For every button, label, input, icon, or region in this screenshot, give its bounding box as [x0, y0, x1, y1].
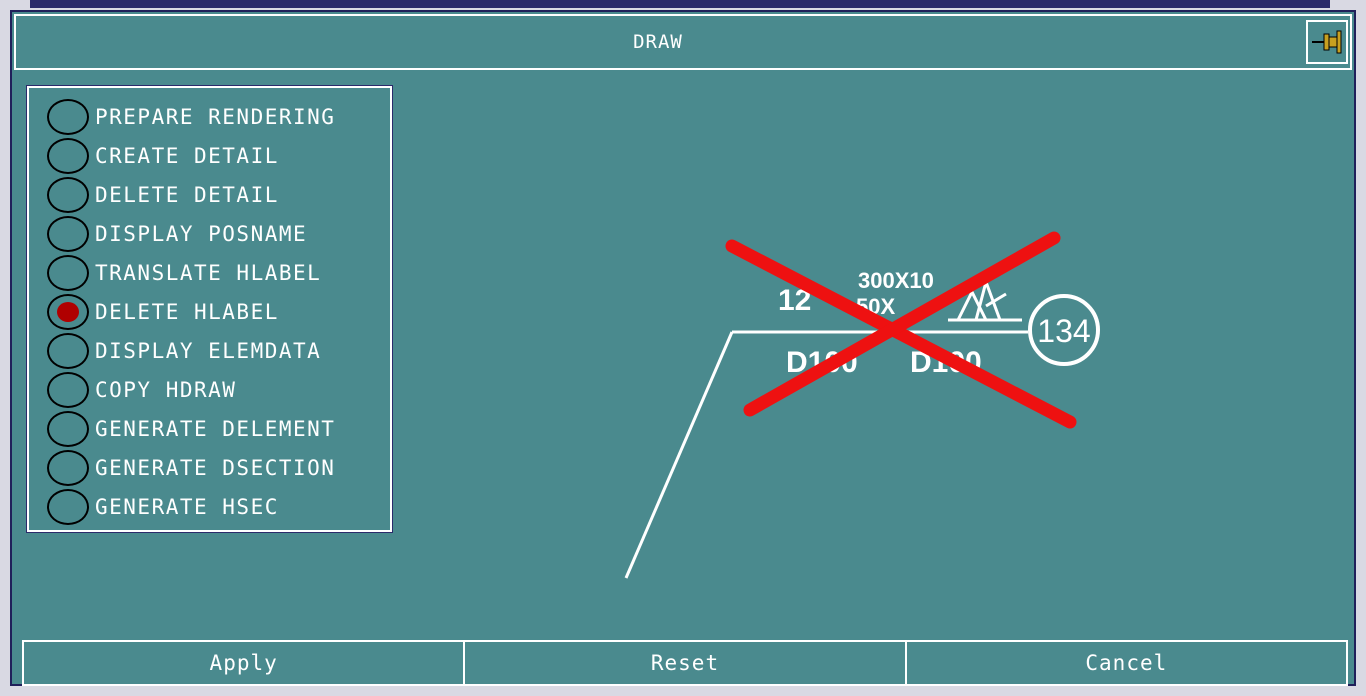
option-label: CREATE DETAIL [95, 144, 279, 168]
option-label: COPY HDRAW [95, 378, 237, 402]
option-row[interactable]: COPY HDRAW [47, 371, 236, 409]
option-row[interactable]: DISPLAY ELEMDATA [47, 332, 321, 370]
leader-line-diagonal [624, 331, 734, 579]
option-label: GENERATE DSECTION [95, 456, 336, 480]
title-bar[interactable]: DRAW [14, 14, 1352, 70]
option-label: DELETE DETAIL [95, 183, 279, 207]
radio-button[interactable] [47, 333, 89, 369]
option-label: PREPARE RENDERING [95, 105, 336, 129]
action-bar: Apply Reset Cancel [22, 640, 1348, 686]
pin-icon [1312, 30, 1342, 54]
option-row[interactable]: GENERATE DSECTION [47, 449, 335, 487]
pin-button[interactable] [1306, 20, 1348, 64]
option-label: GENERATE HSEC [95, 495, 279, 519]
option-label: GENERATE DELEMENT [95, 417, 336, 441]
cancel-button[interactable]: Cancel [907, 642, 1346, 684]
radio-button[interactable] [47, 372, 89, 408]
window-title: DRAW [633, 31, 683, 53]
option-label: DELETE HLABEL [95, 300, 279, 324]
radio-button[interactable] [47, 99, 89, 135]
options-panel: PREPARE RENDERING CREATE DETAIL DELETE DET… [26, 85, 393, 533]
option-row[interactable]: GENERATE DELEMENT [47, 410, 335, 448]
option-row[interactable]: DELETE DETAIL [47, 176, 279, 214]
option-label: TRANSLATE HLABEL [95, 261, 322, 285]
radio-button[interactable] [47, 489, 89, 525]
option-row[interactable]: CREATE DETAIL [47, 137, 279, 175]
radio-button[interactable] [47, 216, 89, 252]
apply-button[interactable]: Apply [24, 642, 466, 684]
preview-dimension-text: 300X10 [858, 268, 934, 293]
option-row[interactable]: DELETE HLABEL [47, 293, 279, 331]
window-top-edge [30, 0, 1330, 8]
reset-button[interactable]: Reset [465, 642, 907, 684]
radio-button[interactable] [47, 411, 89, 447]
option-row[interactable]: GENERATE HSEC [47, 488, 279, 526]
option-row[interactable]: PREPARE RENDERING [47, 98, 335, 136]
radio-button[interactable] [47, 177, 89, 213]
radio-button[interactable] [47, 138, 89, 174]
red-x-icon [725, 231, 1077, 429]
radio-button[interactable] [47, 255, 89, 291]
preview-drawing: 12 300X10 50X D100 D100 134 [624, 231, 1100, 579]
radio-selected-dot [57, 302, 79, 322]
option-label: DISPLAY ELEMDATA [95, 339, 322, 363]
option-row[interactable]: TRANSLATE HLABEL [47, 254, 321, 292]
option-label: DISPLAY POSNAME [95, 222, 308, 246]
radio-button[interactable] [47, 450, 89, 486]
radio-button[interactable] [47, 294, 89, 330]
option-row[interactable]: DISPLAY POSNAME [47, 215, 307, 253]
position-number: 134 [1037, 313, 1090, 349]
